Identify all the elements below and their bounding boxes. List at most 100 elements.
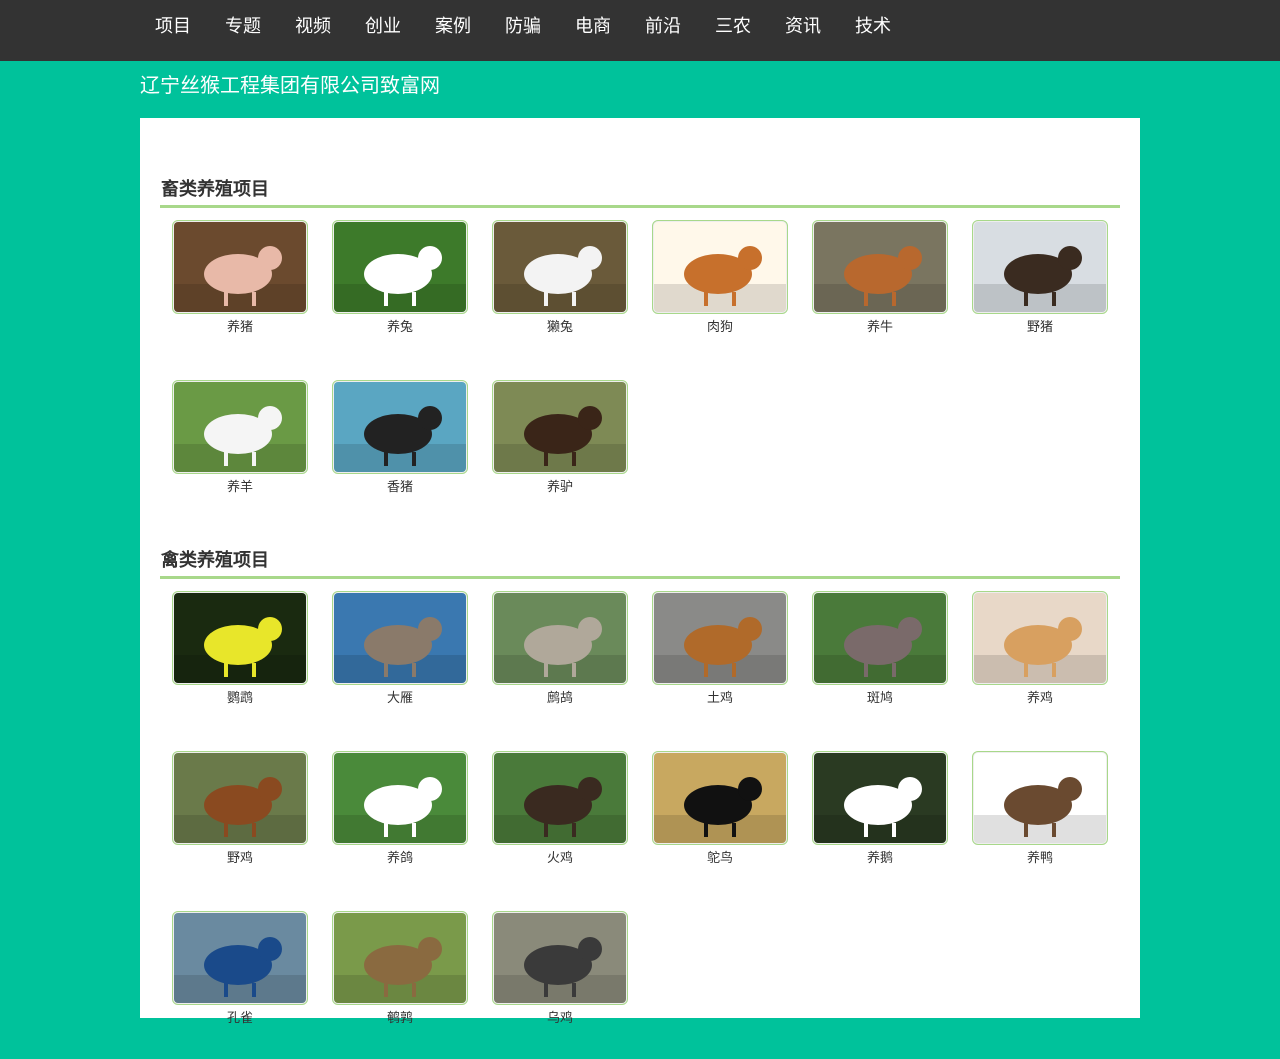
project-thumbnail[interactable] (652, 591, 788, 685)
project-label[interactable]: 鹌鹑 (320, 1007, 480, 1026)
dog-image (654, 222, 786, 312)
project-thumbnail[interactable] (332, 380, 468, 474)
project-label[interactable]: 鹧鸪 (480, 687, 640, 706)
project-thumbnail[interactable] (652, 751, 788, 845)
project-card[interactable]: 养鸭 (960, 739, 1120, 899)
nav-item[interactable]: 项目 (140, 0, 206, 54)
project-label[interactable]: 鹦鹉 (160, 687, 320, 706)
project-card[interactable]: 养猪 (160, 208, 320, 368)
project-thumbnail[interactable] (332, 220, 468, 314)
project-thumbnail[interactable] (972, 751, 1108, 845)
project-card[interactable]: 乌鸡 (480, 899, 640, 1059)
project-thumbnail[interactable] (492, 220, 628, 314)
project-label[interactable]: 养兔 (320, 316, 480, 335)
project-label[interactable]: 养鹅 (800, 847, 960, 866)
nav-item[interactable]: 视频 (280, 0, 346, 54)
project-label[interactable]: 斑鸠 (800, 687, 960, 706)
project-thumbnail[interactable] (332, 591, 468, 685)
goat-image (174, 382, 306, 472)
nav-item[interactable]: 专题 (210, 0, 276, 54)
project-card[interactable]: 养驴 (480, 368, 640, 528)
site-title[interactable]: 辽宁丝猴工程集团有限公司致富网 (0, 61, 1280, 118)
project-card[interactable]: 孔雀 (160, 899, 320, 1059)
project-card[interactable]: 养鸡 (960, 579, 1120, 739)
project-label[interactable]: 养羊 (160, 476, 320, 495)
nav-item[interactable]: 资讯 (770, 0, 836, 54)
project-thumbnail[interactable] (172, 591, 308, 685)
project-label[interactable]: 香猪 (320, 476, 480, 495)
nav-menu: 项目 专题 视频 创业 案例 防骗 电商 前沿 三农 资讯 技术 (0, 0, 1280, 54)
project-card[interactable]: 斑鸠 (800, 579, 960, 739)
project-card[interactable]: 养鹅 (800, 739, 960, 899)
project-card[interactable]: 土鸡 (640, 579, 800, 739)
turkey-image (494, 753, 626, 843)
nav-item[interactable]: 电商 (560, 0, 626, 54)
project-thumbnail[interactable] (172, 751, 308, 845)
project-label[interactable]: 肉狗 (640, 316, 800, 335)
goose-image (334, 593, 466, 683)
project-thumbnail[interactable] (172, 380, 308, 474)
pig-image (174, 222, 306, 312)
project-card[interactable]: 火鸡 (480, 739, 640, 899)
ostrich-image (654, 753, 786, 843)
project-thumbnail[interactable] (492, 380, 628, 474)
section-title: 畜类养殖项目 (160, 174, 1120, 208)
cattle-image (814, 222, 946, 312)
project-thumbnail[interactable] (972, 220, 1108, 314)
nav-item[interactable]: 三农 (700, 0, 766, 54)
project-card[interactable]: 鸵鸟 (640, 739, 800, 899)
project-label[interactable]: 养驴 (480, 476, 640, 495)
project-card[interactable]: 养鸽 (320, 739, 480, 899)
project-card[interactable]: 养羊 (160, 368, 320, 528)
project-label[interactable]: 火鸡 (480, 847, 640, 866)
project-label[interactable]: 大雁 (320, 687, 480, 706)
nav-item[interactable]: 技术 (840, 0, 906, 54)
nav-item[interactable]: 创业 (350, 0, 416, 54)
project-card[interactable]: 养兔 (320, 208, 480, 368)
project-thumbnail[interactable] (492, 751, 628, 845)
nav-item[interactable]: 前沿 (630, 0, 696, 54)
project-label[interactable]: 獭兔 (480, 316, 640, 335)
project-label[interactable]: 土鸡 (640, 687, 800, 706)
project-card[interactable]: 獭兔 (480, 208, 640, 368)
project-card[interactable]: 鹦鹉 (160, 579, 320, 739)
project-label[interactable]: 养鸭 (960, 847, 1120, 866)
project-label[interactable]: 养猪 (160, 316, 320, 335)
project-label[interactable]: 养鸽 (320, 847, 480, 866)
project-thumbnail[interactable] (652, 220, 788, 314)
project-thumbnail[interactable] (492, 591, 628, 685)
project-card[interactable]: 大雁 (320, 579, 480, 739)
project-label[interactable]: 野猪 (960, 316, 1120, 335)
project-thumbnail[interactable] (172, 911, 308, 1005)
project-label[interactable]: 鸵鸟 (640, 847, 800, 866)
project-card[interactable]: 养牛 (800, 208, 960, 368)
quail-image (334, 913, 466, 1003)
project-thumbnail[interactable] (972, 591, 1108, 685)
boar-image (974, 222, 1106, 312)
project-card[interactable]: 肉狗 (640, 208, 800, 368)
project-label[interactable]: 孔雀 (160, 1007, 320, 1026)
project-label[interactable]: 野鸡 (160, 847, 320, 866)
project-card[interactable]: 鹧鸪 (480, 579, 640, 739)
pheasant-image (174, 753, 306, 843)
project-thumbnail[interactable] (812, 220, 948, 314)
project-thumbnail[interactable] (332, 751, 468, 845)
nav-item[interactable]: 案例 (420, 0, 486, 54)
project-thumbnail[interactable] (812, 751, 948, 845)
project-label[interactable]: 养鸡 (960, 687, 1120, 706)
project-thumbnail[interactable] (172, 220, 308, 314)
top-navigation-bar: 项目 专题 视频 创业 案例 防骗 电商 前沿 三农 资讯 技术 (0, 0, 1280, 61)
silkie-image (494, 913, 626, 1003)
project-card[interactable]: 鹌鹑 (320, 899, 480, 1059)
project-thumbnail[interactable] (492, 911, 628, 1005)
project-thumbnail[interactable] (812, 591, 948, 685)
project-card[interactable]: 香猪 (320, 368, 480, 528)
project-label[interactable]: 乌鸡 (480, 1007, 640, 1026)
pigeon-image (334, 753, 466, 843)
project-thumbnail[interactable] (332, 911, 468, 1005)
donkey-image (494, 382, 626, 472)
project-label[interactable]: 养牛 (800, 316, 960, 335)
project-card[interactable]: 野鸡 (160, 739, 320, 899)
nav-item[interactable]: 防骗 (490, 0, 556, 54)
project-card[interactable]: 野猪 (960, 208, 1120, 368)
